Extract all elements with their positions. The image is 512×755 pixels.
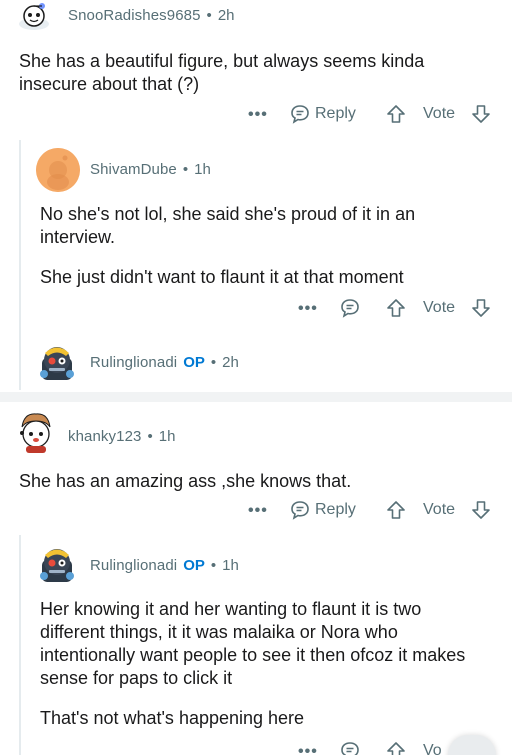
comment-paragraph: No she's not lol, she said she's proud o… bbox=[40, 204, 416, 247]
more-options-button[interactable]: ••• bbox=[298, 300, 318, 318]
downvote-icon bbox=[472, 501, 490, 519]
upvote-icon bbox=[387, 105, 405, 123]
downvote-icon bbox=[472, 105, 490, 123]
more-options-button[interactable]: ••• bbox=[248, 106, 268, 124]
avatar[interactable] bbox=[16, 2, 52, 30]
avatar[interactable] bbox=[36, 542, 78, 586]
comment-username[interactable]: SnooRadishes9685 bbox=[68, 7, 201, 24]
comment-username[interactable]: Rulinglionadi bbox=[90, 557, 177, 574]
comment-username[interactable]: Rulinglionadi bbox=[90, 354, 177, 371]
reply-button[interactable]: Reply bbox=[289, 103, 356, 125]
upvote-icon bbox=[387, 742, 405, 755]
comment-body: No she's not lol, she said she's proud o… bbox=[40, 203, 490, 289]
reply-button[interactable] bbox=[339, 740, 361, 755]
upvote-icon bbox=[387, 501, 405, 519]
meta-separator: • bbox=[182, 161, 189, 178]
upvote-button[interactable] bbox=[385, 103, 407, 125]
downvote-button[interactable] bbox=[470, 297, 492, 319]
downvote-button[interactable] bbox=[470, 103, 492, 125]
upvote-button[interactable] bbox=[385, 297, 407, 319]
more-options-button[interactable]: ••• bbox=[298, 743, 318, 755]
reply-button[interactable] bbox=[339, 297, 361, 319]
comment-time: 2h bbox=[217, 7, 235, 24]
reply-icon bbox=[341, 299, 359, 318]
vote-count-label: Vote bbox=[423, 299, 456, 316]
comment-body: She has a beautiful figure, but always s… bbox=[19, 50, 489, 96]
comment-paragraph: She just didn't want to flaunt it at tha… bbox=[40, 267, 404, 287]
upvote-button[interactable] bbox=[385, 499, 407, 521]
reply-label: Reply bbox=[315, 105, 356, 122]
comment-body: She has an amazing ass ,she knows that. bbox=[19, 470, 489, 493]
avatar[interactable] bbox=[16, 409, 56, 453]
downvote-button[interactable] bbox=[470, 499, 492, 521]
op-badge: OP bbox=[183, 354, 205, 371]
vote-count-label: Vote bbox=[423, 501, 456, 518]
comment-paragraph: Her knowing it and her wanting to flaunt… bbox=[40, 599, 466, 688]
more-options-button[interactable]: ••• bbox=[248, 502, 268, 520]
comment-paragraph: That's not what's happening here bbox=[40, 708, 305, 728]
comment-time: 1h bbox=[158, 428, 176, 445]
reply-icon bbox=[289, 499, 311, 521]
comment-body: Her knowing it and her wanting to flaunt… bbox=[40, 598, 480, 730]
comment-separator bbox=[0, 392, 512, 402]
comment-time: 2h bbox=[222, 354, 239, 371]
op-badge: OP bbox=[183, 557, 205, 574]
comment-paragraph: She has a beautiful figure, but always s… bbox=[19, 51, 425, 94]
reply-icon bbox=[341, 742, 359, 755]
upvote-icon bbox=[387, 299, 405, 317]
reply-label: Reply bbox=[315, 501, 356, 518]
avatar[interactable] bbox=[36, 340, 78, 384]
floating-action-button[interactable] bbox=[448, 735, 496, 755]
vote-count-label: Vote bbox=[423, 105, 456, 122]
upvote-button[interactable] bbox=[385, 740, 407, 755]
avatar[interactable] bbox=[36, 148, 80, 192]
comment-time: 1h bbox=[194, 161, 211, 178]
thread-line bbox=[19, 140, 21, 390]
comment-time: 1h bbox=[222, 557, 239, 574]
meta-separator: • bbox=[210, 557, 217, 574]
downvote-icon bbox=[472, 299, 490, 317]
thread-line bbox=[19, 535, 21, 755]
comment-paragraph: She has an amazing ass ,she knows that. bbox=[19, 471, 352, 491]
meta-separator: • bbox=[210, 354, 217, 371]
meta-separator: • bbox=[147, 428, 153, 445]
comment-username[interactable]: khanky123 bbox=[68, 428, 141, 445]
reply-button[interactable]: Reply bbox=[289, 499, 356, 521]
meta-separator: • bbox=[206, 7, 212, 24]
vote-count-label: Vo bbox=[423, 742, 442, 755]
comment-username[interactable]: ShivamDube bbox=[90, 161, 177, 178]
reply-icon bbox=[289, 103, 311, 125]
